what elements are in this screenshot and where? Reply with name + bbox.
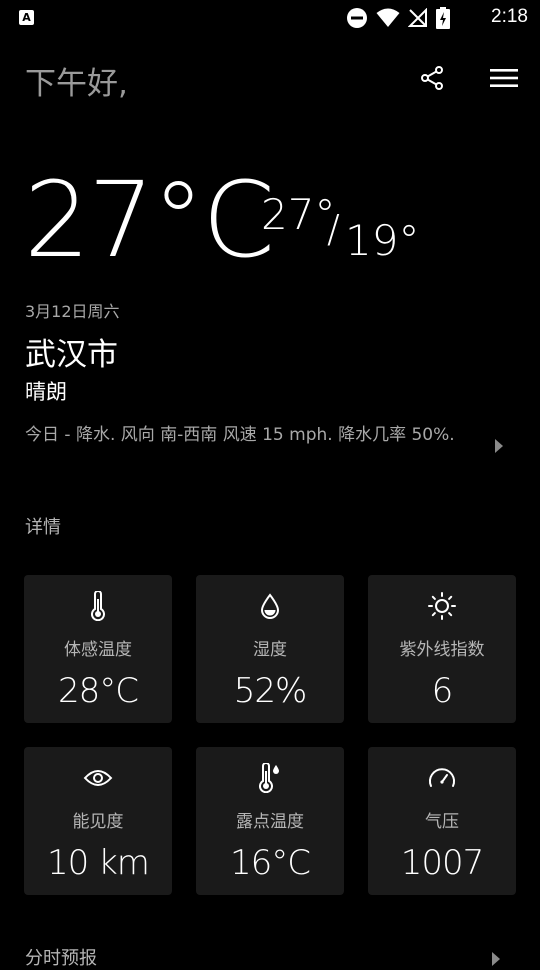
current-temperature: 27°C [24, 159, 275, 281]
high-temperature: 27° [261, 190, 336, 239]
menu-button[interactable] [488, 64, 520, 92]
forecast-expand-button[interactable] [492, 438, 506, 454]
temperature-separator: / [327, 207, 340, 251]
dew-point-card[interactable]: 露点温度 16°C [196, 747, 344, 895]
do-not-disturb-icon [346, 7, 368, 29]
visibility-card[interactable]: 能见度 10 km [24, 747, 172, 895]
uv-index-label: 紫外线指数 [399, 640, 485, 660]
gauge-icon [429, 768, 455, 787]
current-date: 3月12日周六 [25, 302, 120, 321]
no-signal-icon [408, 8, 428, 28]
feels-like-label: 体感温度 [64, 640, 132, 660]
chevron-right-icon [495, 439, 503, 453]
city-name[interactable]: 武汉市 [25, 329, 118, 374]
humidity-card[interactable]: 湿度 52% [196, 575, 344, 723]
wifi-icon [376, 8, 400, 28]
humidity-drop-icon [260, 593, 280, 619]
humidity-label: 湿度 [253, 640, 287, 660]
chevron-right-icon [492, 952, 500, 966]
status-time: 2:18 [491, 6, 528, 27]
pressure-card[interactable]: 气压 1007 [368, 747, 516, 895]
app-notification-icon: A [19, 10, 34, 25]
feels-like-card[interactable]: 体感温度 28°C [24, 575, 172, 723]
uv-index-value: 6 [431, 671, 454, 711]
weather-condition: 晴朗 [25, 380, 67, 404]
visibility-label: 能见度 [72, 812, 124, 832]
forecast-summary[interactable]: 今日 - 降水. 风向 南-西南 风速 15 mph. 降水几率 50%. [25, 423, 465, 448]
pressure-label: 气压 [425, 812, 459, 832]
hourly-forecast-title[interactable]: 分时预报 [25, 944, 97, 970]
battery-charging-icon [436, 7, 450, 29]
eye-icon [83, 770, 113, 786]
sun-icon [428, 592, 456, 620]
feels-like-value: 28°C [57, 671, 139, 711]
dew-point-value: 16°C [229, 843, 311, 883]
dew-point-thermometer-icon [259, 763, 279, 793]
share-icon [421, 66, 443, 90]
pressure-value: 1007 [400, 843, 485, 883]
humidity-value: 52% [233, 671, 308, 711]
status-bar: A 2:18 [0, 0, 540, 36]
hourly-expand-button[interactable] [492, 951, 500, 970]
greeting-title: 下午好, [25, 66, 128, 102]
thermometer-icon [91, 591, 105, 621]
details-section-title: 详情 [25, 517, 61, 538]
visibility-value: 10 km [47, 843, 150, 883]
dew-point-label: 露点温度 [236, 812, 304, 832]
uv-index-card[interactable]: 紫外线指数 6 [368, 575, 516, 723]
status-icons [346, 7, 450, 29]
low-temperature: 19° [345, 216, 420, 265]
hamburger-menu-icon [490, 69, 518, 87]
share-button[interactable] [418, 64, 446, 92]
